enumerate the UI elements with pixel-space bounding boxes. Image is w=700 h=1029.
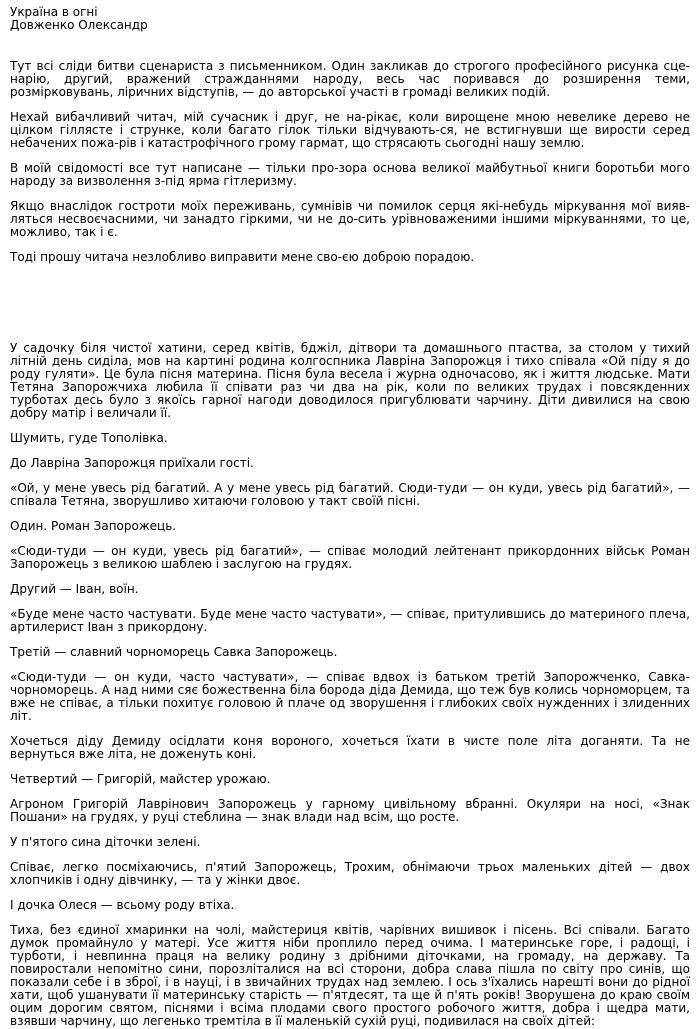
preface-paragraph: В моїй свідомості все тут написане — тіл… <box>10 161 690 188</box>
story-paragraph: «Сюди-туди — он куди, часто частувати», … <box>10 670 690 723</box>
story-paragraph: Другий — Іван, воїн. <box>10 582 139 596</box>
story-paragraph: Хочеться діду Демиду осідлати коня ворон… <box>10 734 690 761</box>
preface-paragraph: Нехай вибачливий читач, мій сучасник і д… <box>10 110 690 150</box>
preface-paragraph: Тут всі сліди битви сценариста з письмен… <box>10 59 690 99</box>
preface-paragraph: Якщо внаслідок гостроти моїх переживань,… <box>10 199 690 239</box>
story-paragraph: «Ой, у мене увесь рід багатий. А у мене … <box>10 481 690 508</box>
story-paragraph: Шумить, гуде Тополівка. <box>10 431 168 445</box>
story-paragraph: До Лавріна Запорожця приїхали гості. <box>10 456 254 470</box>
story-paragraph: Співає, легко посміхаючись, п'ятий Запор… <box>10 860 690 887</box>
story-paragraph: І дочка Олеся — всьому роду втіха. <box>10 898 235 912</box>
story-paragraph: Тиха, без єдиної хмаринки на чолі, майст… <box>10 923 690 1028</box>
story-paragraph: У п'ятого сина діточки зелені. <box>10 835 201 849</box>
story-paragraph: Агроном Григорій Лаврінович Запорожець у… <box>10 797 690 824</box>
preface-paragraph: Тоді прошу читача незлобливо виправити м… <box>10 250 475 264</box>
story-section: У садочку біля чистої хатини, серед квіт… <box>10 342 690 1028</box>
story-paragraph: Один. Роман Запорожець. <box>10 519 177 533</box>
story-paragraph: Четвертий — Григорій, майстер урожаю. <box>10 772 271 786</box>
document-author: Довженко Олександр <box>10 18 148 32</box>
story-paragraph: «Буде мене часто частувати. Буде мене ча… <box>10 607 690 634</box>
story-paragraph: «Сюди-туди — он куди, увесь рід багатий»… <box>10 544 690 571</box>
document-page: Україна в огні Довженко Олександр Тут вс… <box>0 0 690 1028</box>
preface-section: Тут всі сліди битви сценариста з письмен… <box>10 60 690 264</box>
story-paragraph: Третій — славний чорноморець Савка Запор… <box>10 645 338 659</box>
story-paragraph: У садочку біля чистої хатини, серед квіт… <box>10 341 690 420</box>
